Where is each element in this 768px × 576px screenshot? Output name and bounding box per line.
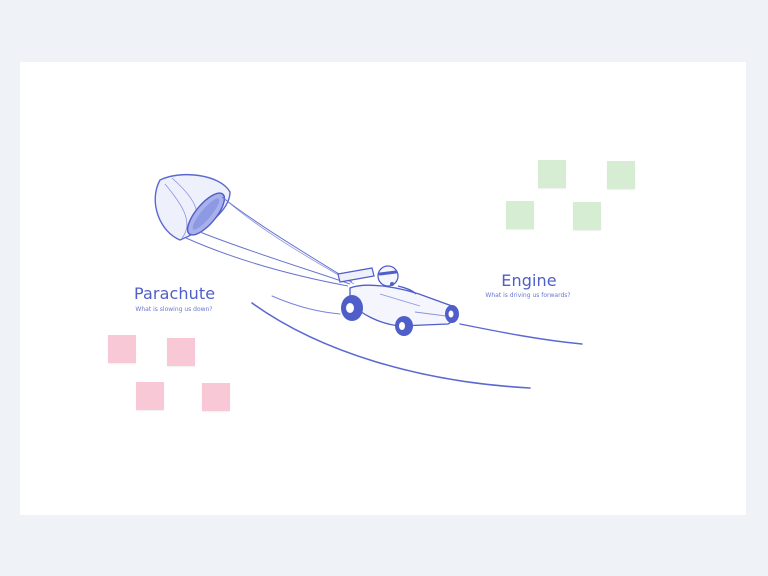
sticky-note-pink[interactable] xyxy=(167,338,195,366)
speed-line xyxy=(459,323,583,345)
sticky-note-green[interactable] xyxy=(538,160,566,188)
race-car-icon xyxy=(337,267,459,336)
engine-section-subtitle: What is driving us forwards? xyxy=(485,292,571,299)
sticky-note-green[interactable] xyxy=(506,201,534,229)
whiteboard-canvas[interactable]: Parachute What is slowing us down? Engin… xyxy=(20,62,746,515)
sticky-note-pink[interactable] xyxy=(108,335,136,363)
sticky-note-pink[interactable] xyxy=(202,383,230,411)
sticky-note-green[interactable] xyxy=(607,161,635,189)
parachute-section-subtitle: What is slowing us down? xyxy=(135,306,213,313)
sticky-note-pink[interactable] xyxy=(136,382,164,410)
engine-section-title: Engine xyxy=(501,271,557,290)
parachute-icon xyxy=(154,174,355,287)
sticky-note-green[interactable] xyxy=(573,202,601,230)
speed-line xyxy=(271,295,341,315)
speedboat-retro-illustration xyxy=(154,174,583,389)
parachute-section-title: Parachute xyxy=(134,284,216,303)
